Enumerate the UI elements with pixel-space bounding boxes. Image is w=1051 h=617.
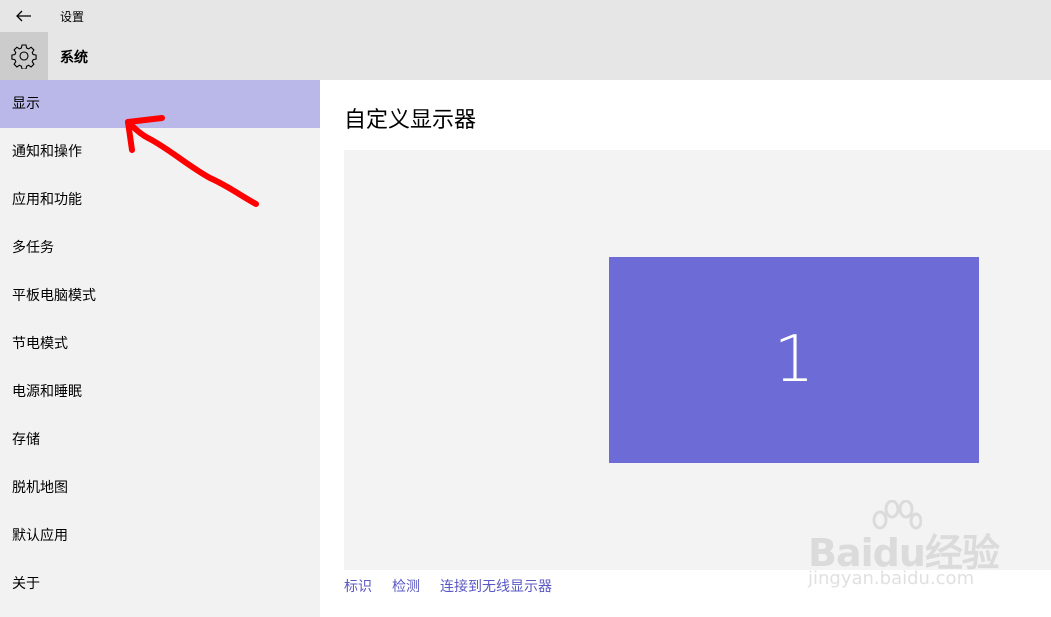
sidebar-item-multitasking[interactable]: 多任务 [0,224,320,272]
display-arrangement-area: 1 [344,150,1051,570]
watermark-site: jingyan.baidu.com [808,568,975,589]
page-header: 系统 [0,32,1051,80]
identify-link[interactable]: 标识 [344,576,372,596]
sidebar-item-display[interactable]: 显示 [0,80,320,128]
monitor-number: 1 [773,323,815,397]
connect-wireless-display-link[interactable]: 连接到无线显示器 [440,576,552,596]
sidebar-item-apps[interactable]: 应用和功能 [0,176,320,224]
header-title: 系统 [60,50,88,66]
sidebar-item-tablet-mode[interactable]: 平板电脑模式 [0,272,320,320]
title-bar: 设置 [0,0,1051,32]
sidebar-item-storage[interactable]: 存储 [0,416,320,464]
detect-link[interactable]: 检测 [392,576,420,596]
sidebar-item-about[interactable]: 关于 [0,560,320,608]
window-title: 设置 [60,10,85,24]
back-arrow-icon [16,10,31,22]
display-links: 标识 检测 连接到无线显示器 [344,576,552,596]
page-title: 自定义显示器 [344,108,477,133]
sidebar-item-notifications[interactable]: 通知和操作 [0,128,320,176]
sidebar-item-battery-saver[interactable]: 节电模式 [0,320,320,368]
system-icon-box [0,32,48,80]
monitor-1-tile[interactable]: 1 [609,257,979,463]
sidebar: 显示 通知和操作 应用和功能 多任务 平板电脑模式 节电模式 电源和睡眠 存储 … [0,80,320,617]
sidebar-item-power-sleep[interactable]: 电源和睡眠 [0,368,320,416]
back-button[interactable] [0,0,48,32]
sidebar-item-default-apps[interactable]: 默认应用 [0,512,320,560]
gear-icon [11,44,37,69]
sidebar-item-offline-maps[interactable]: 脱机地图 [0,464,320,512]
